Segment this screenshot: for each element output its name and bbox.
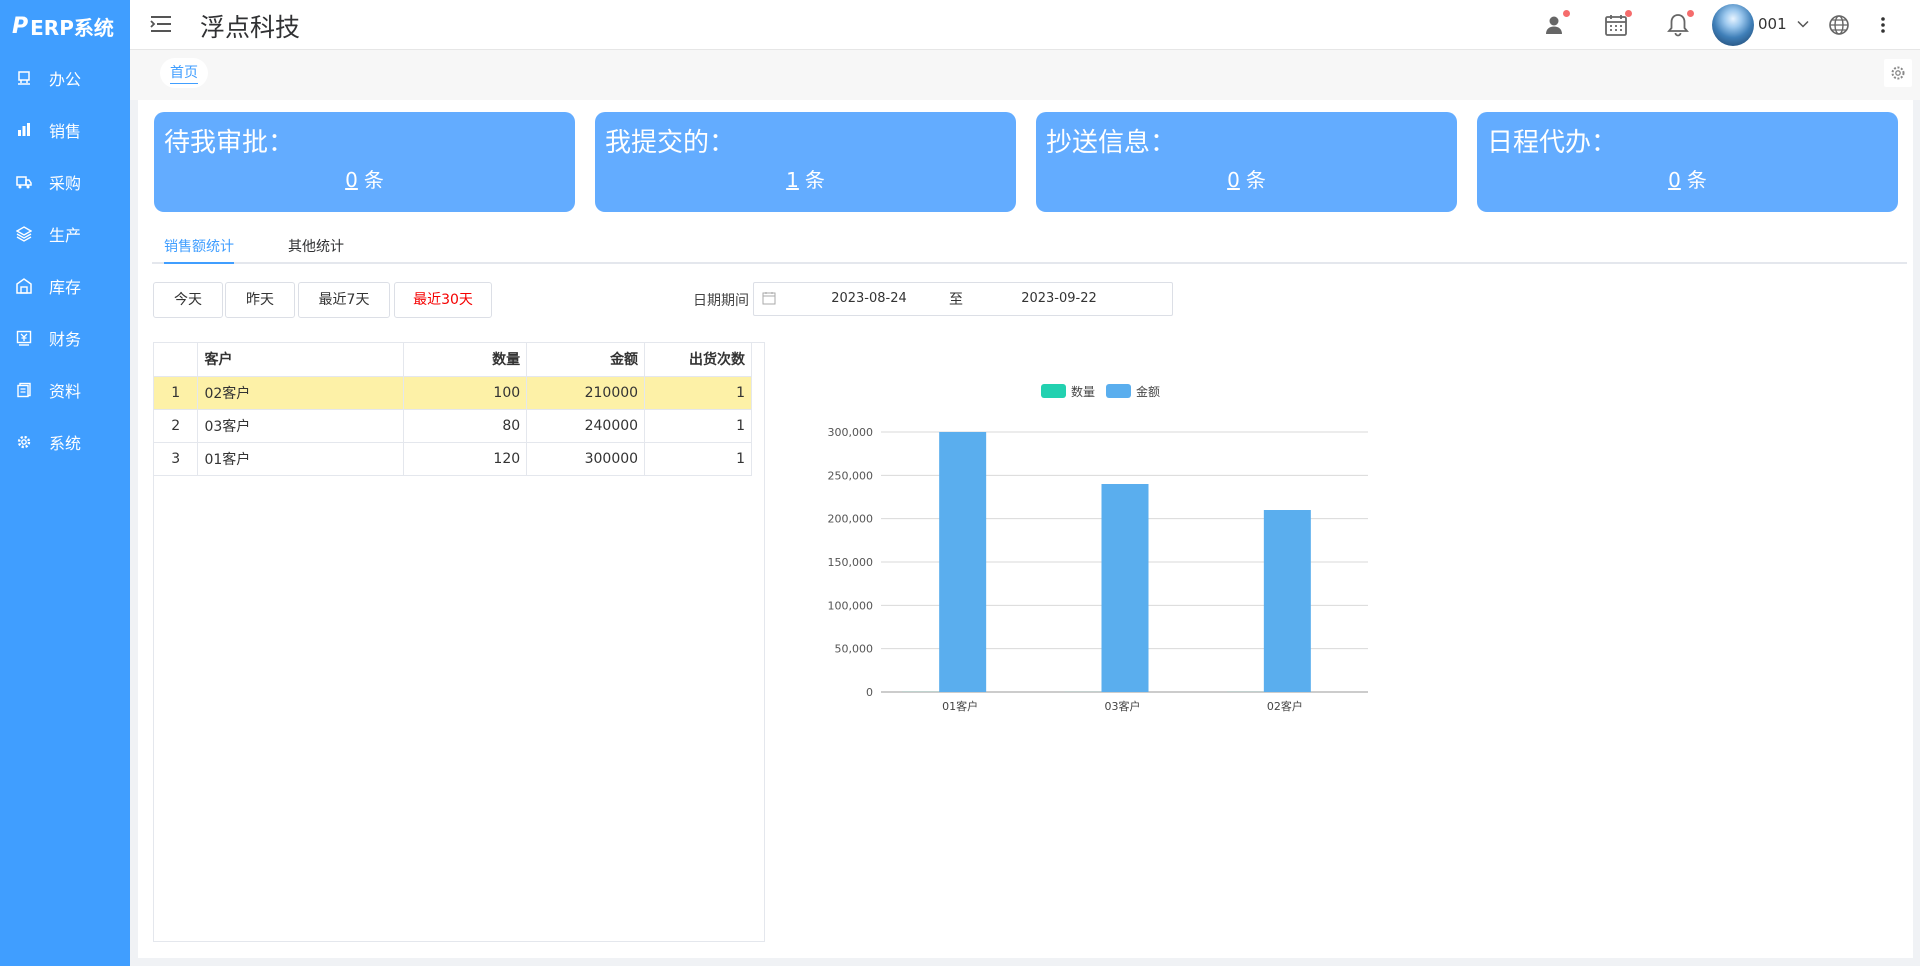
sidebar-item-label: 销售 [49, 122, 82, 141]
layers-icon [16, 226, 32, 242]
legend-swatch [1106, 384, 1131, 398]
chevron-down-icon[interactable] [1796, 17, 1810, 31]
sidebar-item-office[interactable]: 办公 [0, 52, 130, 104]
globe-icon[interactable] [1827, 13, 1851, 37]
username[interactable]: 001 [1758, 15, 1787, 33]
brand[interactable]: P ERP系统 [0, 0, 130, 52]
office-icon [16, 70, 32, 86]
sidebar-item-data[interactable]: 资料 [0, 364, 130, 416]
y-tick-label: 300,000 [828, 426, 874, 439]
y-tick-label: 150,000 [828, 556, 874, 569]
sidebar-item-system[interactable]: 系统 [0, 416, 130, 468]
settings-gear-icon [16, 434, 32, 450]
legend-label: 数量 [1071, 384, 1095, 399]
tags-bar: 首页 [130, 50, 1920, 100]
company-name: 浮点科技 [200, 13, 301, 42]
y-tick-label: 250,000 [828, 469, 874, 482]
notification-dot [1687, 10, 1694, 17]
tab-home[interactable]: 首页 [160, 58, 208, 88]
legend-label: 金额 [1136, 384, 1160, 399]
bar-amount [939, 432, 987, 692]
tab-home-label: 首页 [170, 65, 198, 84]
brand-logo: P [12, 13, 29, 39]
bar-amount [1263, 510, 1311, 692]
x-tick-label: 03客户 [1105, 699, 1141, 713]
gear-icon[interactable] [1884, 59, 1912, 87]
brand-name: ERP系统 [30, 15, 114, 40]
warehouse-icon [16, 278, 32, 294]
sidebar-item-label: 库存 [49, 278, 82, 297]
bell-icon[interactable] [1665, 10, 1694, 38]
sidebar-item-purchase[interactable]: 采购 [0, 156, 130, 208]
y-tick-label: 50,000 [835, 643, 874, 656]
y-tick-label: 0 [866, 686, 873, 699]
sidebar-item-label: 办公 [49, 70, 82, 89]
truck-icon [16, 174, 32, 190]
sidebar-item-production[interactable]: 生产 [0, 208, 130, 260]
legend-swatch [1041, 384, 1066, 398]
user-profile-icon[interactable] [1541, 10, 1570, 38]
sidebar-item-label: 财务 [49, 330, 82, 349]
menu-toggle-icon[interactable] [150, 14, 172, 34]
bar-amount [1101, 484, 1149, 692]
calendar-icon[interactable] [1603, 10, 1632, 38]
sidebar-item-label: 资料 [49, 382, 82, 401]
y-tick-label: 200,000 [828, 513, 874, 526]
sidebar-item-finance[interactable]: 财务 [0, 312, 130, 364]
sales-bar-chart: 0 50,000 100,000 150,000 200,000 250,000 300,0… [828, 384, 1368, 713]
main-content: 待我审批： 0条 我提交的： 1条 抄送信息： 0条 日程代办： 0条 销售额统… [138, 100, 1913, 958]
sidebar-item-label: 生产 [49, 226, 82, 245]
top-header: 浮点科技 001 [130, 0, 1920, 50]
sidebar-item-label: 采购 [49, 174, 82, 193]
x-tick-label: 02客户 [1267, 699, 1303, 713]
avatar[interactable] [1712, 4, 1754, 46]
notification-dot [1625, 10, 1632, 17]
document-icon [16, 382, 32, 398]
bar-chart-icon [16, 122, 32, 138]
y-tick-label: 100,000 [828, 599, 874, 612]
finance-icon [16, 330, 32, 346]
more-vertical-icon[interactable] [1878, 13, 1888, 37]
sidebar-item-inventory[interactable]: 库存 [0, 260, 130, 312]
notification-dot [1563, 10, 1570, 17]
sidebar-item-sales[interactable]: 销售 [0, 104, 130, 156]
x-tick-label: 01客户 [942, 699, 978, 713]
sidebar: P ERP系统 办公 销售 采购 生产 库存 财务 资料 系统 [0, 0, 130, 966]
sidebar-item-label: 系统 [49, 434, 82, 453]
